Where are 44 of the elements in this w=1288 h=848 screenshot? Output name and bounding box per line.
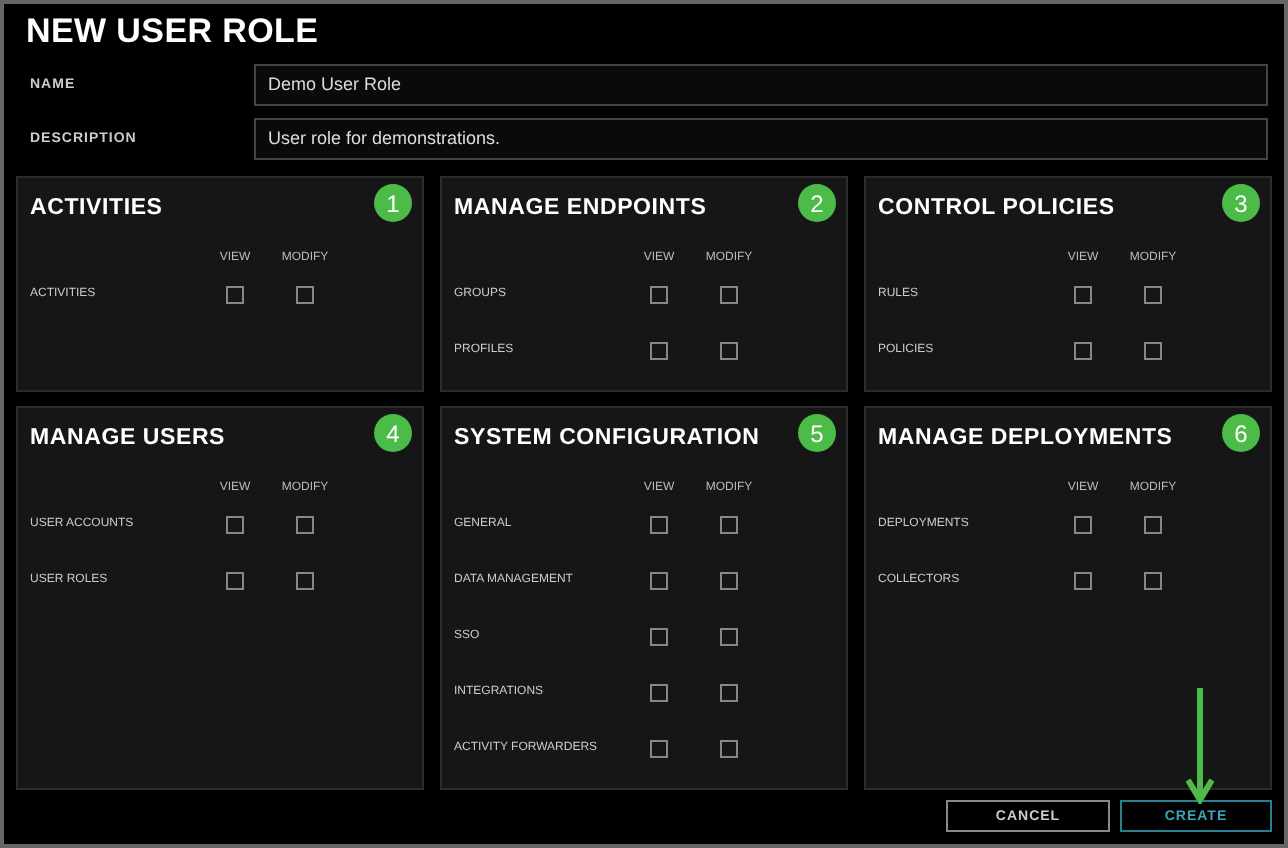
checkbox[interactable] (226, 572, 244, 590)
checkbox[interactable] (1074, 342, 1092, 360)
checkbox[interactable] (226, 286, 244, 304)
checkbox[interactable] (650, 342, 668, 360)
checkbox[interactable] (1144, 342, 1162, 360)
checkbox[interactable] (650, 286, 668, 304)
checkbox[interactable] (650, 740, 668, 758)
number-badge: 1 (374, 184, 412, 222)
checkbox[interactable] (650, 572, 668, 590)
checkbox[interactable] (720, 572, 738, 590)
checkbox[interactable] (226, 516, 244, 534)
checkbox[interactable] (1144, 516, 1162, 534)
checkbox[interactable] (650, 516, 668, 534)
checkbox[interactable] (1074, 572, 1092, 590)
checkbox[interactable] (720, 740, 738, 758)
checkbox[interactable] (1074, 286, 1092, 304)
checkbox[interactable] (296, 516, 314, 534)
checkbox[interactable] (296, 286, 314, 304)
checkbox[interactable] (720, 516, 738, 534)
panel-title: MANAGE DEPLOYMENTS (878, 426, 1173, 450)
number-badge: 3 (1222, 184, 1260, 222)
number-badge: 4 (374, 414, 412, 452)
number-badge: 2 (798, 184, 836, 222)
checkbox[interactable] (650, 684, 668, 702)
panel-title: SYSTEM CONFIGURATION (454, 426, 760, 450)
number-badge: 5 (798, 414, 836, 452)
input-field[interactable]: User role for demonstrations. (254, 117, 1268, 159)
panel-title: ACTIVITIES (30, 196, 163, 220)
window-title: NEW USER ROLE (26, 12, 321, 52)
checkbox[interactable] (1074, 516, 1092, 534)
input-field[interactable]: Demo User Role (254, 63, 1268, 105)
checkbox[interactable] (1144, 572, 1162, 590)
checkbox[interactable] (650, 628, 668, 646)
checkbox[interactable] (1144, 286, 1162, 304)
panel-title: MANAGE ENDPOINTS (454, 196, 707, 220)
checkbox[interactable] (720, 684, 738, 702)
checkbox[interactable] (296, 572, 314, 590)
panel-title: MANAGE USERS (30, 426, 226, 450)
number-badge: 6 (1222, 414, 1260, 452)
down-arrow-icon (1186, 688, 1214, 804)
checkbox[interactable] (720, 628, 738, 646)
panel-title: CONTROL POLICIES (878, 196, 1115, 220)
checkbox[interactable] (720, 286, 738, 304)
checkbox[interactable] (720, 342, 738, 360)
